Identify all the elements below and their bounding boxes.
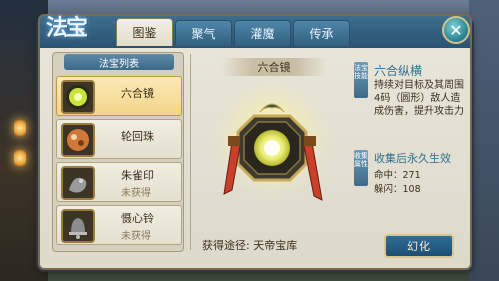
bell-icon: [61, 209, 95, 243]
divider: [190, 54, 191, 250]
item-status: 未获得: [121, 188, 151, 199]
lantern-icon: [14, 120, 26, 136]
item-name: 朱雀印: [121, 169, 154, 182]
skill-description: 持续对目标及其周围4码（圆形）敌人造成伤害，提升攻击力: [374, 80, 464, 117]
skill-title: 六合纵横: [374, 64, 423, 78]
collect-tag: 收集属性: [354, 150, 368, 186]
item-status: 未获得: [121, 231, 151, 242]
mirror-icon: [61, 80, 95, 114]
list-item[interactable]: 慑心铃 未获得: [56, 205, 182, 245]
list-item[interactable]: 朱雀印 未获得: [56, 162, 182, 202]
seal-icon: [61, 166, 95, 200]
tab-atlas[interactable]: 图鉴: [116, 18, 173, 46]
collect-title: 收集后永久生效: [374, 152, 451, 165]
skill-tag: 法宝技能: [354, 62, 368, 98]
stat-hit: 命中：271: [374, 170, 421, 181]
lantern-icon: [14, 150, 26, 166]
scene-right: [469, 0, 499, 281]
tab-inherit[interactable]: 传承: [293, 20, 350, 46]
tab-infuse[interactable]: 灌魔: [234, 20, 291, 46]
list-title: 法宝列表: [64, 54, 174, 70]
close-icon: ✕: [449, 20, 463, 40]
window-title-logo: 法宝: [46, 15, 88, 41]
list-item[interactable]: 六合镜: [56, 76, 182, 116]
item-name: 六合镜: [121, 87, 154, 100]
treasure-name: 六合镜: [222, 58, 326, 76]
close-button[interactable]: ✕: [442, 16, 470, 44]
stat-dodge: 躲闪：108: [374, 184, 421, 195]
tab-gather[interactable]: 聚气: [175, 20, 232, 46]
item-name: 慑心铃: [121, 212, 154, 225]
acquire-source: 获得途径: 天帝宝库: [202, 239, 298, 252]
item-name: 轮回珠: [121, 130, 154, 143]
tab-bar: 图鉴 聚气 灌魔 传承: [116, 18, 350, 46]
transform-button[interactable]: 幻化: [384, 234, 454, 258]
orb-icon: [61, 123, 95, 157]
treasure-model: [210, 82, 340, 232]
list-item[interactable]: 轮回珠: [56, 119, 182, 159]
